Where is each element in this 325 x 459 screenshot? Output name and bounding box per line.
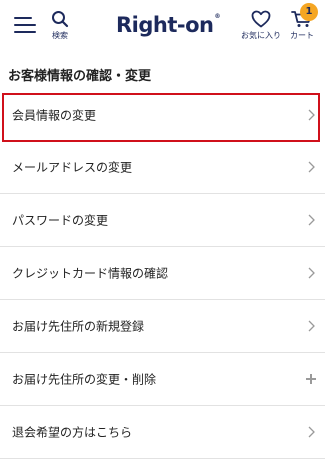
menu-item-member-info[interactable]: 会員情報の変更 bbox=[0, 88, 325, 141]
chevron-right-icon bbox=[308, 426, 315, 438]
menu-item-credit-card[interactable]: クレジットカード情報の確認 bbox=[0, 247, 325, 300]
cart-count-badge: 1 bbox=[300, 3, 318, 21]
menu-item-label: パスワードの変更 bbox=[12, 213, 109, 228]
cart-label: カート bbox=[290, 31, 314, 40]
menu-item-label: お届け先住所の新規登録 bbox=[12, 319, 145, 334]
favorites-label: お気に入り bbox=[241, 31, 281, 40]
right-on-logo[interactable]: Right-on® bbox=[116, 13, 220, 41]
page-title: お客様情報の確認・変更 bbox=[8, 69, 152, 84]
menu-item-label: お届け先住所の変更・削除 bbox=[12, 372, 157, 387]
account-menu-list: 会員情報の変更 メールアドレスの変更 パスワードの変更 クレジットカード情報の確… bbox=[0, 88, 325, 459]
plus-icon bbox=[306, 374, 316, 384]
menu-item-password[interactable]: パスワードの変更 bbox=[0, 194, 325, 247]
logo-registered-mark: ® bbox=[214, 13, 220, 20]
menu-item-email[interactable]: メールアドレスの変更 bbox=[0, 141, 325, 194]
chevron-right-icon bbox=[308, 161, 315, 173]
menu-item-withdraw[interactable]: 退会希望の方はこちら bbox=[0, 406, 325, 459]
menu-item-label: メールアドレスの変更 bbox=[12, 160, 133, 175]
logo-text: Right-on bbox=[116, 13, 214, 37]
search-button[interactable]: 検索 bbox=[47, 10, 73, 44]
menu-item-label: 会員情報の変更 bbox=[12, 108, 97, 122]
heart-icon bbox=[251, 10, 271, 28]
menu-item-label: クレジットカード情報の確認 bbox=[12, 266, 169, 281]
chevron-right-icon bbox=[308, 267, 315, 279]
site-header: 検索 Right-on® お気に入り カート 1 bbox=[0, 0, 325, 58]
favorites-button[interactable]: お気に入り bbox=[238, 10, 284, 44]
chevron-right-icon bbox=[308, 109, 315, 120]
chevron-right-icon bbox=[308, 214, 315, 226]
menu-item-label: 退会希望の方はこちら bbox=[12, 425, 133, 440]
hamburger-menu-icon[interactable] bbox=[14, 17, 36, 35]
menu-item-edit-address[interactable]: お届け先住所の変更・削除 bbox=[0, 353, 325, 406]
menu-item-new-address[interactable]: お届け先住所の新規登録 bbox=[0, 300, 325, 353]
search-icon bbox=[52, 11, 69, 28]
chevron-right-icon bbox=[308, 320, 315, 332]
search-label: 検索 bbox=[52, 31, 68, 40]
